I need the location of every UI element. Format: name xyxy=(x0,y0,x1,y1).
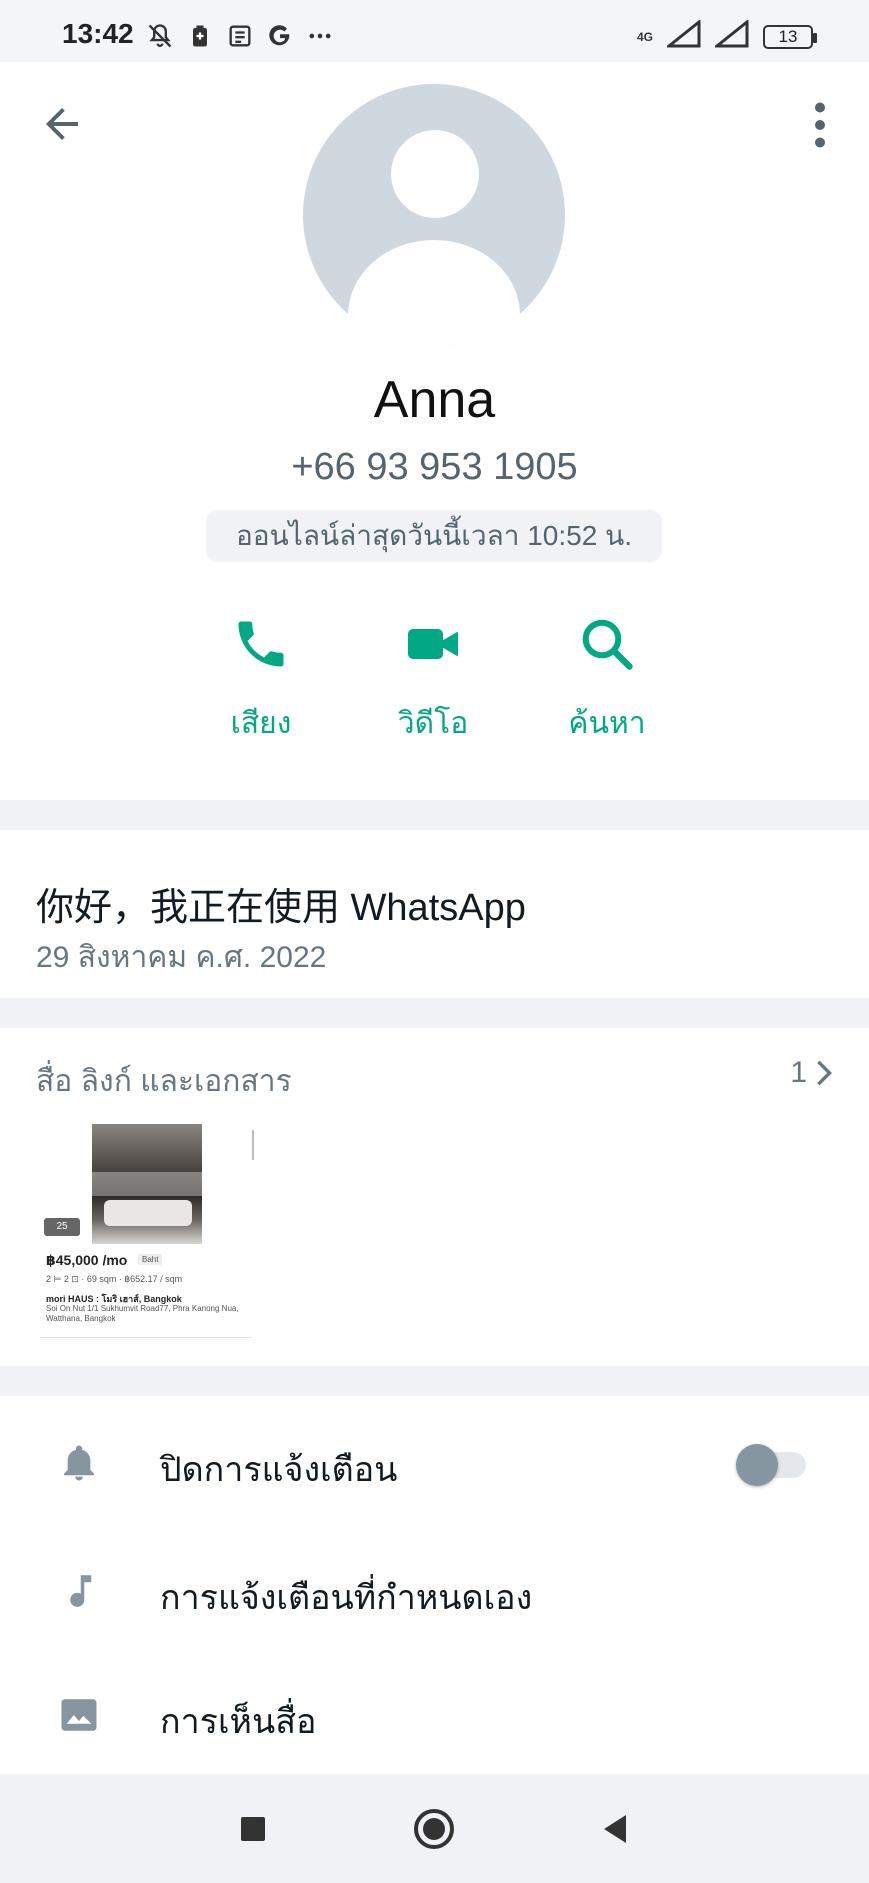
music-note-icon xyxy=(70,1575,92,1607)
last-seen-status: ออนไลน์ล่าสุดวันนี้เวลา 10:52 น. xyxy=(206,510,662,562)
media-count-link[interactable]: 1 xyxy=(790,1056,833,1090)
contact-phone: +66 93 953 1905 xyxy=(291,446,578,488)
avatar-body xyxy=(348,240,520,346)
signal-icon xyxy=(664,18,701,53)
search-button[interactable]: ค้นหา xyxy=(537,614,677,747)
status-icons-left xyxy=(146,22,334,55)
mute-notifications-label: ปิดการแจ้งเตือน xyxy=(160,1451,398,1489)
contact-name: Anna xyxy=(373,371,496,429)
voice-call-label: เสียง xyxy=(230,707,292,740)
back-button[interactable] xyxy=(38,100,86,148)
chevron-right-icon xyxy=(817,1060,832,1086)
about-text: 你好，我正在使用 WhatsApp xyxy=(36,887,526,929)
photo-count-badge: 25 xyxy=(44,1218,80,1236)
video-icon xyxy=(408,629,458,659)
battery-saver-icon xyxy=(186,22,214,55)
status-bar: 13:42 4G 13 xyxy=(0,0,869,62)
mute-toggle[interactable] xyxy=(736,1444,810,1486)
about-date: 29 สิงหาคม ค.ศ. 2022 xyxy=(36,941,327,974)
arrow-left-icon xyxy=(46,108,78,140)
listing-specs: 2 ⊨ 2 ⊡ · 69 sqm · ฿652.17 / sqm xyxy=(46,1274,183,1284)
voice-call-button[interactable]: เสียง xyxy=(191,614,331,747)
custom-notifications-label: การแจ้งเตือนที่กำหนดเอง xyxy=(160,1579,533,1617)
listing-address: Soi On Nut 1/1 Sukhumvit Road77, Phra Ka… xyxy=(46,1304,239,1323)
video-call-label: วิดีโอ xyxy=(397,707,469,740)
media-visibility-row[interactable]: การเห็นสื่อ xyxy=(0,1664,869,1764)
status-icons-right: 4G 13 xyxy=(636,18,817,53)
media-thumbnail[interactable]: 25 ฿45,000 /mo Baht 2 ⊨ 2 ⊡ · 69 sqm · ฿… xyxy=(40,1120,254,1338)
media-links-docs-title[interactable]: สื่อ ลิงก์ และเอกสาร xyxy=(36,1058,292,1105)
system-nav-bar xyxy=(0,1774,869,1883)
mute-notifications-row[interactable]: ปิดการแจ้งเตือน xyxy=(0,1412,869,1512)
bell-icon xyxy=(64,1445,94,1481)
custom-notifications-row[interactable]: การแจ้งเตือนที่กำหนดเอง xyxy=(0,1540,869,1640)
image-icon xyxy=(61,1699,97,1731)
more-vert-icon xyxy=(815,102,825,148)
signal-icon-2 xyxy=(712,18,749,53)
triangle-back-icon xyxy=(604,1815,626,1843)
more-options-button[interactable] xyxy=(800,100,840,150)
video-call-button[interactable]: วิดีโอ xyxy=(363,614,503,747)
battery-icon: 13 xyxy=(763,24,817,49)
avatar-head xyxy=(391,130,479,218)
status-time: 13:42 xyxy=(62,18,134,49)
listing-price: ฿45,000 /mo xyxy=(46,1252,128,1268)
home-circle-icon xyxy=(414,1809,454,1849)
divider xyxy=(252,1130,254,1160)
currency-badge: Baht xyxy=(138,1254,163,1265)
media-visibility-label: การเห็นสื่อ xyxy=(160,1703,317,1741)
listing-photo-sofa xyxy=(104,1200,192,1226)
phone-icon xyxy=(238,621,284,667)
search-label: ค้นหา xyxy=(568,707,646,740)
google-icon xyxy=(266,22,294,55)
news-icon xyxy=(226,22,254,55)
square-icon xyxy=(241,1817,265,1841)
bell-off-icon xyxy=(146,22,174,55)
toggle-knob xyxy=(736,1444,778,1486)
search-icon xyxy=(582,619,633,670)
network-type: 4G xyxy=(636,29,653,44)
avatar[interactable] xyxy=(303,84,565,346)
media-count: 1 xyxy=(790,1056,807,1089)
recents-button[interactable] xyxy=(228,1804,278,1854)
system-back-button[interactable] xyxy=(591,1804,641,1854)
more-notifications-icon xyxy=(306,22,334,55)
watermark xyxy=(74,1172,244,1196)
home-button[interactable] xyxy=(409,1804,459,1854)
